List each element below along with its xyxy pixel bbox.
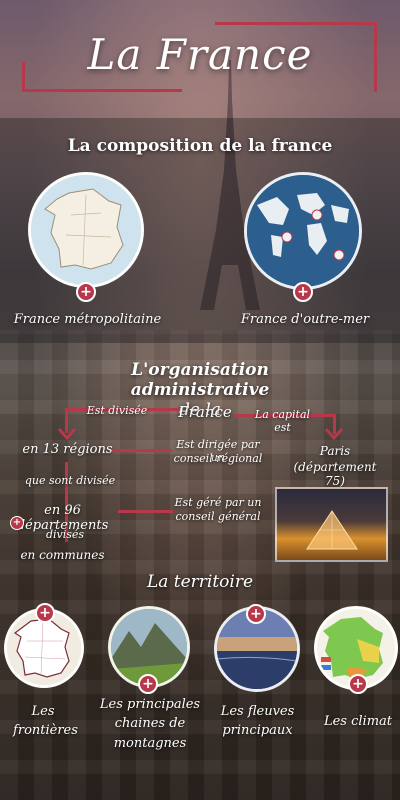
- france-metropolitaine-plus-icon[interactable]: +: [76, 282, 96, 302]
- frontieres-label-line2: frontières: [13, 723, 78, 738]
- montagnes-label-line2: chaines de: [114, 716, 186, 731]
- louvre-pyramid-photo: [275, 487, 388, 562]
- arrow-down-icon-capital: [325, 428, 343, 440]
- fleuves-label-line2: principaux: [222, 723, 293, 738]
- france-metropolitaine-map[interactable]: [28, 172, 144, 288]
- fleuves-plus-icon[interactable]: +: [246, 604, 266, 624]
- fleuves-label-line1: Les fleuves: [220, 704, 295, 719]
- france-outre-mer-plus-icon[interactable]: +: [293, 282, 313, 302]
- regions-label: en 13 régions: [22, 442, 113, 457]
- frontieres-label-line1: Les: [31, 704, 55, 719]
- est-divisee-label: Est divisée: [86, 404, 148, 417]
- regions-gov-line2: conseil régional: [173, 452, 263, 465]
- montagnes-label-line3: montagnes: [113, 736, 187, 751]
- connector-dept-gov: [118, 510, 173, 513]
- paris-label: Paris: [319, 444, 351, 458]
- departements-plus-icon[interactable]: +: [10, 516, 24, 530]
- communes-label: en communes: [20, 548, 105, 562]
- world-map-icon: [247, 175, 359, 287]
- frontieres-plus-icon[interactable]: +: [35, 603, 55, 623]
- dept-gov-line2: conseil général: [175, 510, 261, 523]
- france-metropolitaine-label: France métropolitaine: [13, 312, 162, 327]
- montagnes-label-line1: Les principales: [99, 697, 201, 712]
- paris-department-label: (département 75): [293, 460, 377, 488]
- france-outre-mer-label: France d'outre-mer: [240, 312, 370, 327]
- france-outre-mer-map[interactable]: [244, 172, 362, 290]
- que-sont-divisee-label: que sont divisée: [24, 474, 116, 487]
- pyramid-icon: [306, 510, 358, 550]
- climat-label: Les climat: [323, 714, 393, 729]
- territoire-heading: La territoire: [146, 572, 254, 592]
- climat-plus-icon[interactable]: +: [348, 674, 368, 694]
- organisation-france-label: France: [178, 403, 232, 421]
- france-map-icon: [31, 175, 141, 285]
- divises-label: divisés: [45, 528, 85, 541]
- arrow-down-icon: [58, 428, 76, 440]
- dept-gov-line1: Est géré par un: [174, 496, 262, 509]
- connector-regions-gov: [112, 449, 172, 452]
- organisation-heading-line1: L'organisation administrative: [130, 360, 270, 400]
- composition-heading: La composition de la france: [67, 136, 333, 156]
- page-title: La France: [87, 30, 313, 79]
- capital-label: La capital est: [254, 408, 311, 434]
- montagnes-plus-icon[interactable]: +: [138, 674, 158, 694]
